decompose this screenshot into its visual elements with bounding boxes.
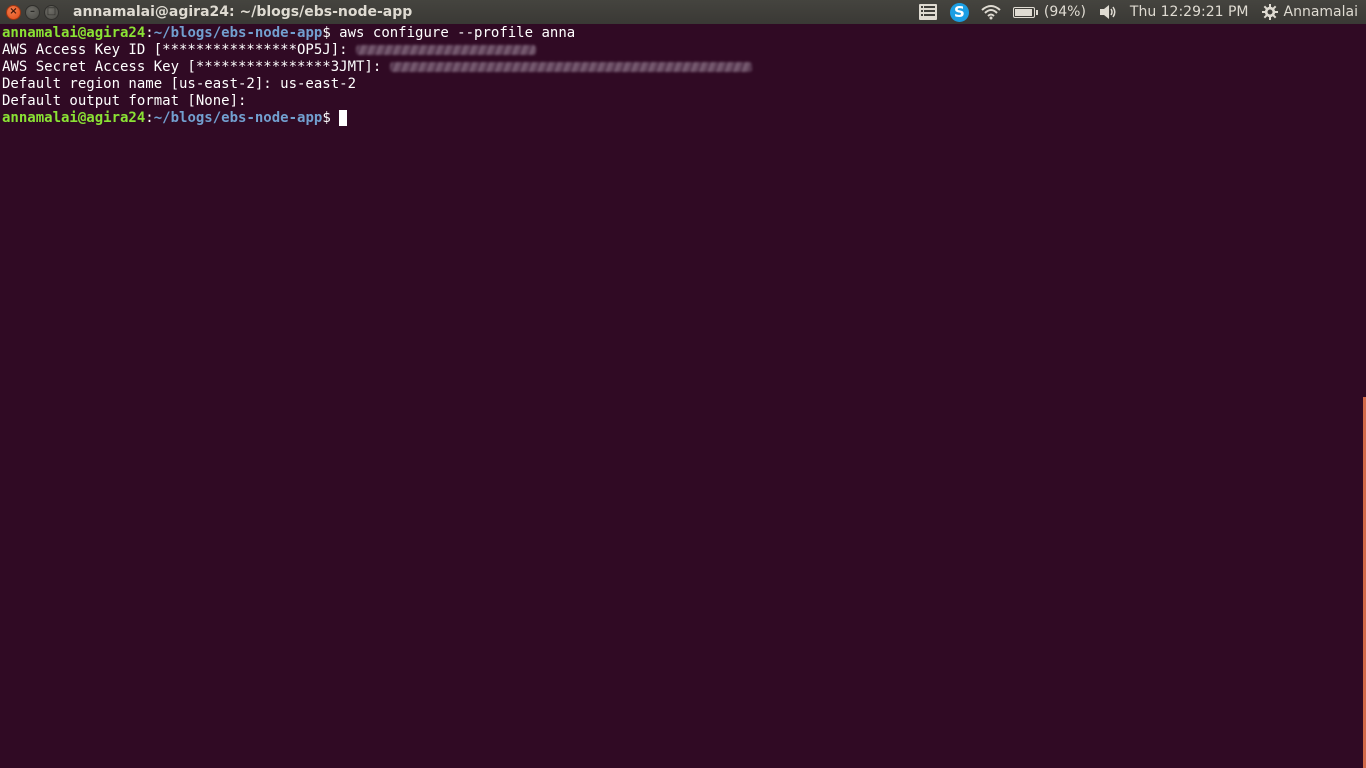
minimize-button[interactable]: – (25, 4, 40, 20)
top-panel: × – □ annamalai@agira24: ~/blogs/ebs-nod… (0, 0, 1366, 24)
close-button[interactable]: × (6, 4, 21, 20)
wifi-icon (981, 5, 1001, 20)
gear-icon (1261, 4, 1278, 20)
volume-icon (1099, 5, 1116, 19)
secret-key-line: AWS Secret Access Key [****************3… (2, 59, 1364, 76)
wifi-indicator[interactable] (975, 0, 1007, 24)
prompt-path: ~/blogs/ebs-node-app (153, 110, 323, 126)
redacted-secret-key (389, 62, 752, 72)
prompt-user: annamalai@agira24 (2, 110, 146, 126)
prompt-separator: : (145, 110, 154, 126)
access-key-line: AWS Access Key ID [****************OP5J]… (2, 42, 1364, 59)
menu-list-icon (918, 4, 937, 20)
access-key-label: AWS Access Key ID [****************OP5J]… (2, 42, 357, 58)
window-controls: × – □ (6, 4, 59, 20)
battery-indicator[interactable]: (94%) (1007, 0, 1092, 24)
prompt-symbol: $ (322, 110, 340, 126)
indicator-area: S (94%) Thu 12:29:21 PM Annamalai (912, 0, 1366, 24)
volume-indicator[interactable] (1092, 0, 1124, 24)
skype-icon: S (949, 2, 969, 22)
text-cursor (339, 110, 348, 126)
clock: Thu 12:29:21 PM (1129, 4, 1249, 20)
output-format-line: Default output format [None]: (2, 93, 247, 109)
region-line: Default region name [us-east-2]: us-east… (2, 76, 357, 92)
battery-percentage: (94%) (1043, 4, 1086, 20)
battery-fill (1014, 8, 1032, 16)
redacted-access-key (356, 45, 537, 55)
command-text: aws configure --profile anna (339, 25, 576, 41)
current-prompt-line: annamalai@agira24:~/blogs/ebs-node-app$ (2, 110, 1364, 127)
window-title: annamalai@agira24: ~/blogs/ebs-node-app (73, 4, 413, 20)
maximize-button[interactable]: □ (44, 4, 59, 20)
user-name: Annamalai (1283, 4, 1358, 20)
terminal-output[interactable]: annamalai@agira24:~/blogs/ebs-node-app$ … (0, 24, 1366, 768)
command-line: annamalai@agira24:~/blogs/ebs-node-app$ … (2, 25, 1364, 42)
session-indicator[interactable]: Annamalai (1255, 0, 1366, 24)
secret-key-label: AWS Secret Access Key [****************3… (2, 59, 390, 75)
battery-icon (1012, 6, 1038, 18)
clock-indicator[interactable]: Thu 12:29:21 PM (1124, 0, 1255, 24)
skype-indicator[interactable]: S (944, 0, 975, 24)
prompt-separator: : (145, 25, 154, 41)
menu-list-indicator[interactable] (912, 0, 944, 24)
prompt-symbol: $ (322, 25, 340, 41)
prompt-path: ~/blogs/ebs-node-app (153, 25, 323, 41)
prompt-user: annamalai@agira24 (2, 25, 146, 41)
